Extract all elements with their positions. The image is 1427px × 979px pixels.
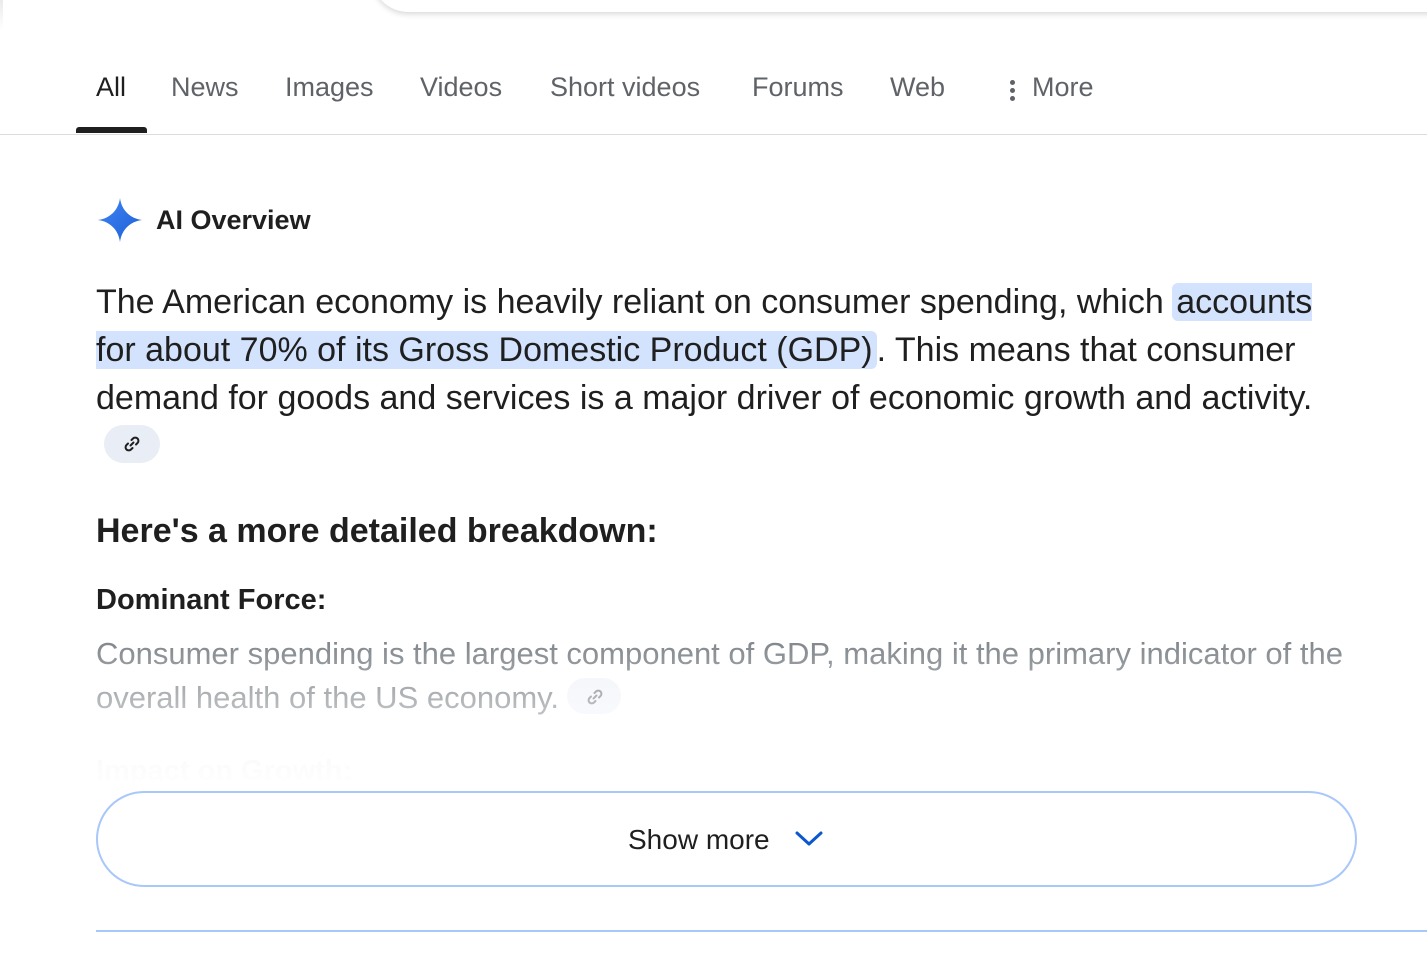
item-title-dominant-force: Dominant Force: [96,584,327,616]
chevron-down-icon [795,831,823,846]
show-more-label: Show more [628,824,770,855]
source-link-button[interactable] [104,425,160,463]
item-description-text: Consumer spending is the largest compone… [96,636,1343,715]
sparkle-icon [98,198,142,242]
item-title-impact-on-growth: Impact on Growth: [96,755,353,787]
item-description-dominant-force: Consumer spending is the largest compone… [96,632,1356,720]
search-results-page: All News Images Videos Short videos Foru… [0,0,1427,979]
tab-more[interactable]: More [1032,72,1094,103]
ai-overview-summary: The American economy is heavily reliant … [96,278,1346,470]
section-divider [96,930,1427,932]
tab-forums[interactable]: Forums [752,72,844,103]
summary-lead-text: The American economy is heavily reliant … [96,283,1174,321]
tab-videos[interactable]: Videos [420,72,502,103]
tab-all[interactable]: All [96,72,126,103]
link-icon [587,689,603,705]
ai-overview-title: AI Overview [156,205,311,235]
search-box[interactable] [372,0,1427,12]
window-edge [0,0,3,30]
tab-news[interactable]: News [171,72,239,103]
tab-short-videos[interactable]: Short videos [550,72,700,103]
tab-images[interactable]: Images [285,72,374,103]
breakdown-heading: Here's a more detailed breakdown: [96,512,658,550]
link-icon [124,436,140,452]
show-more-button[interactable]: Show more [96,791,1357,887]
tab-web[interactable]: Web [890,72,945,103]
more-vert-icon[interactable] [1003,80,1021,104]
search-tabs: All News Images Videos Short videos Foru… [0,44,1427,135]
source-link-button[interactable] [566,678,621,714]
active-tab-indicator [76,127,147,133]
